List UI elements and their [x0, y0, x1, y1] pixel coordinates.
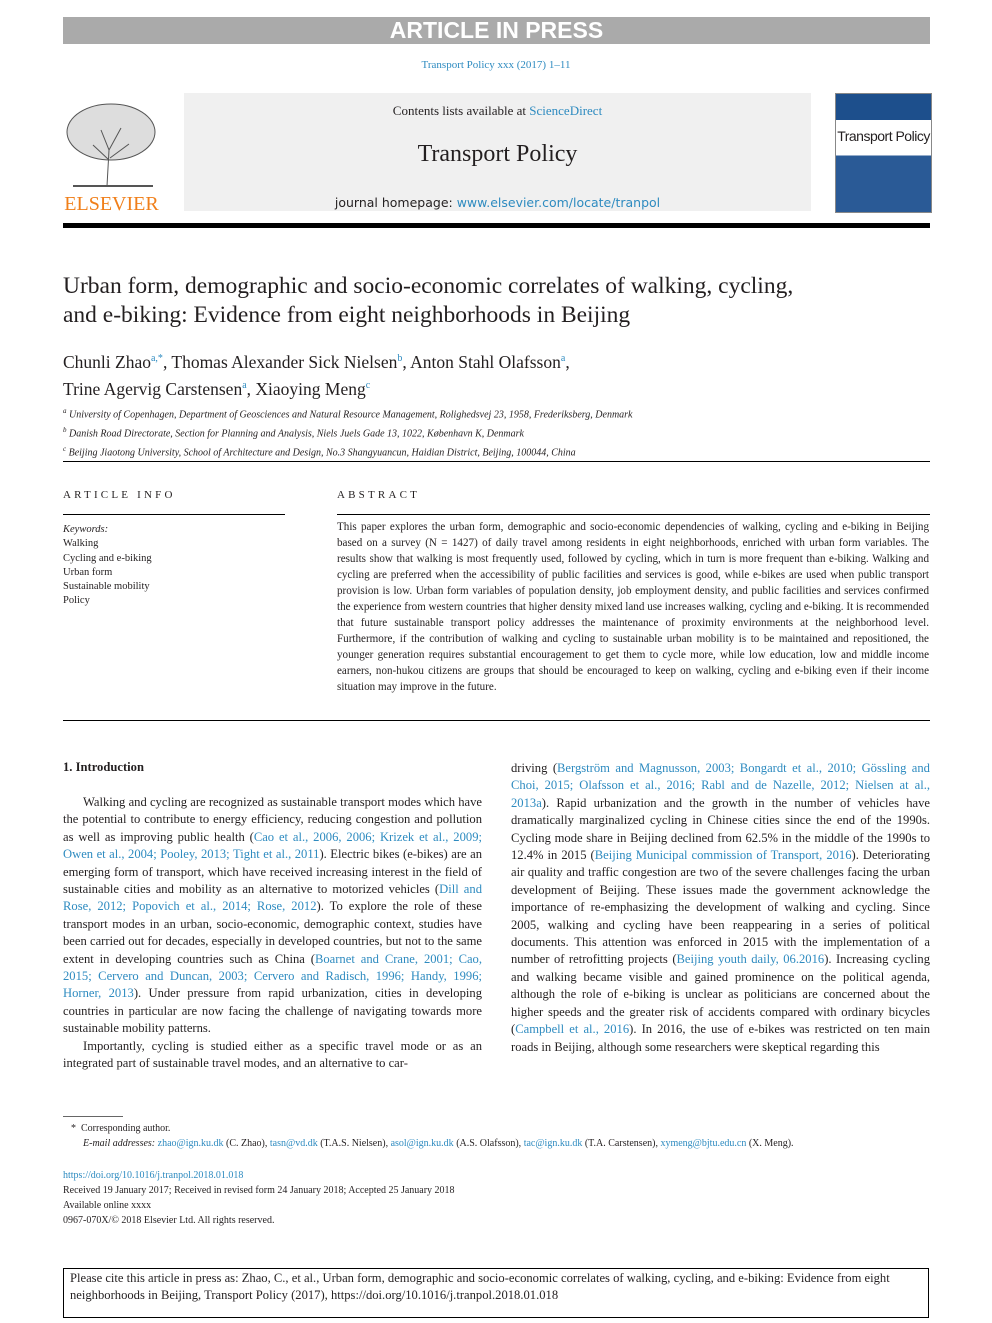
- reference-link[interactable]: Beijing Municipal commission of Transpor…: [595, 848, 852, 862]
- elsevier-tree-icon: [63, 100, 160, 188]
- email-link[interactable]: tasn@vd.dk: [270, 1138, 318, 1149]
- author: Anton Stahl Olafssona,: [410, 351, 570, 372]
- keyword: Urban form: [63, 566, 113, 578]
- journal-reference[interactable]: Transport Policy xxx (2017) 1–11: [0, 59, 992, 71]
- elsevier-logo: ELSEVIER: [63, 100, 160, 215]
- email-link[interactable]: tac@ign.ku.dk: [524, 1138, 583, 1149]
- citation-box: Please cite this article in press as: Zh…: [63, 1268, 929, 1318]
- email-owner: (T.A. Carstensen),: [582, 1138, 661, 1149]
- affiliation: c Beijing Jiaotong University, School of…: [63, 442, 633, 461]
- body-column-right: driving (Bergström and Magnusson, 2003; …: [511, 760, 930, 1056]
- article-in-press-banner: ARTICLE IN PRESS: [63, 17, 930, 44]
- sciencedirect-link[interactable]: ScienceDirect: [529, 103, 602, 118]
- email-owner: (X. Meng).: [746, 1138, 794, 1149]
- author-affiliation-mark[interactable]: a: [561, 353, 565, 364]
- author: Chunli Zhaoa,*,: [63, 351, 172, 372]
- email-link[interactable]: xymeng@bjtu.edu.cn: [660, 1138, 746, 1149]
- author: Xiaoying Mengc: [255, 379, 370, 399]
- journal-reference-link[interactable]: Transport Policy xxx (2017) 1–11: [422, 59, 571, 71]
- divider: [63, 720, 930, 721]
- reference-link[interactable]: Beijing youth daily, 06.2016: [677, 952, 825, 966]
- paragraph: Importantly, cycling is studied either a…: [63, 1038, 482, 1073]
- journal-masthead: Contents lists available at ScienceDirec…: [184, 93, 811, 211]
- abstract-heading: ABSTRACT: [337, 489, 421, 501]
- body-column-left: Walking and cycling are recognized as su…: [63, 794, 482, 1073]
- paragraph: driving (Bergström and Magnusson, 2003; …: [511, 760, 930, 1056]
- received-dates: Received 19 January 2017; Received in re…: [63, 1185, 455, 1196]
- author: Thomas Alexander Sick Nielsenb,: [171, 351, 411, 372]
- author-affiliation-mark[interactable]: c: [366, 380, 370, 391]
- text-run: Importantly, cycling is studied either a…: [63, 1038, 482, 1071]
- email-link[interactable]: zhao@ign.ku.dk: [158, 1138, 224, 1149]
- abstract-text: This paper explores the urban form, demo…: [337, 521, 929, 693]
- author-name: Xiaoying Meng: [255, 378, 366, 399]
- footnotes: * Corresponding author. E-mail addresses…: [63, 1123, 794, 1226]
- journal-title: Transport Policy: [417, 141, 578, 167]
- reference-link[interactable]: Campbell et al., 2016: [515, 1022, 629, 1036]
- email-owner: (T.A.S. Nielsen),: [317, 1138, 391, 1149]
- affiliation-text: Beijing Jiaotong University, School of A…: [68, 447, 576, 459]
- affiliation-text: University of Copenhagen, Department of …: [69, 409, 633, 421]
- affiliation-mark: a: [63, 407, 67, 415]
- journal-cover: Transport Policy: [835, 93, 932, 213]
- journal-homepage-link[interactable]: www.elsevier.com/locate/tranpol: [457, 195, 660, 210]
- section-heading-introduction: 1. Introduction: [63, 760, 144, 774]
- text-run: ). Deteriorating air quality and traffic…: [511, 848, 930, 967]
- author-name: Chunli Zhao: [63, 351, 151, 372]
- affiliation: b Danish Road Directorate, Section for P…: [63, 423, 633, 442]
- divider: [63, 514, 285, 515]
- email-addresses: E-mail addresses: zhao@ign.ku.dk (C. Zha…: [83, 1138, 794, 1149]
- affiliation: a University of Copenhagen, Department o…: [63, 404, 633, 423]
- author-affiliation-mark[interactable]: b: [397, 353, 402, 364]
- article-page: ARTICLE IN PRESS Transport Policy xxx (2…: [0, 0, 992, 1323]
- text-run: driving (: [511, 761, 558, 775]
- doi-link[interactable]: https://doi.org/10.1016/j.tranpol.2018.0…: [63, 1170, 243, 1181]
- author: Trine Agervig Carstensena,: [63, 378, 256, 399]
- author-affiliation-mark[interactable]: a,*: [151, 353, 163, 364]
- affiliation-mark: c: [63, 444, 67, 453]
- affiliation-mark: b: [63, 425, 67, 434]
- keyword: Walking: [63, 538, 99, 550]
- divider: [337, 514, 930, 515]
- footnote-rule: [63, 1116, 123, 1117]
- article-info-heading: ARTICLE INFO: [63, 489, 176, 501]
- paragraph: Walking and cycling are recognized as su…: [63, 794, 482, 1038]
- keyword: Policy: [63, 595, 90, 607]
- affiliations: a University of Copenhagen, Department o…: [63, 404, 633, 461]
- keywords: Keywords: Walking Cycling and e-biking Urba…: [63, 523, 152, 609]
- elsevier-wordmark: ELSEVIER: [64, 193, 159, 215]
- keyword: Cycling and e-biking: [63, 552, 152, 564]
- header-rule: [63, 223, 930, 228]
- author-name: Trine Agervig Carstensen: [63, 378, 243, 399]
- article-title: Urban form, demographic and socio-econom…: [63, 273, 794, 328]
- author-list: Chunli Zhaoa,*, Thomas Alexander Sick Ni…: [63, 347, 823, 401]
- author-name: Thomas Alexander Sick Nielsen: [171, 351, 398, 372]
- affiliation-text: Danish Road Directorate, Section for Pla…: [69, 428, 524, 440]
- keyword: Sustainable mobility: [63, 581, 150, 593]
- email-owner: (C. Zhao),: [223, 1138, 270, 1149]
- available-online: Available online xxxx: [63, 1200, 152, 1211]
- author-affiliation-mark[interactable]: a: [242, 380, 246, 391]
- copyright: 0967-070X/© 2018 Elsevier Ltd. All right…: [63, 1215, 275, 1226]
- email-link[interactable]: asol@ign.ku.dk: [391, 1138, 454, 1149]
- email-owner: (A.S. Olafsson),: [453, 1138, 524, 1149]
- divider: [63, 461, 930, 462]
- author-name: Anton Stahl Olafsson: [410, 351, 561, 372]
